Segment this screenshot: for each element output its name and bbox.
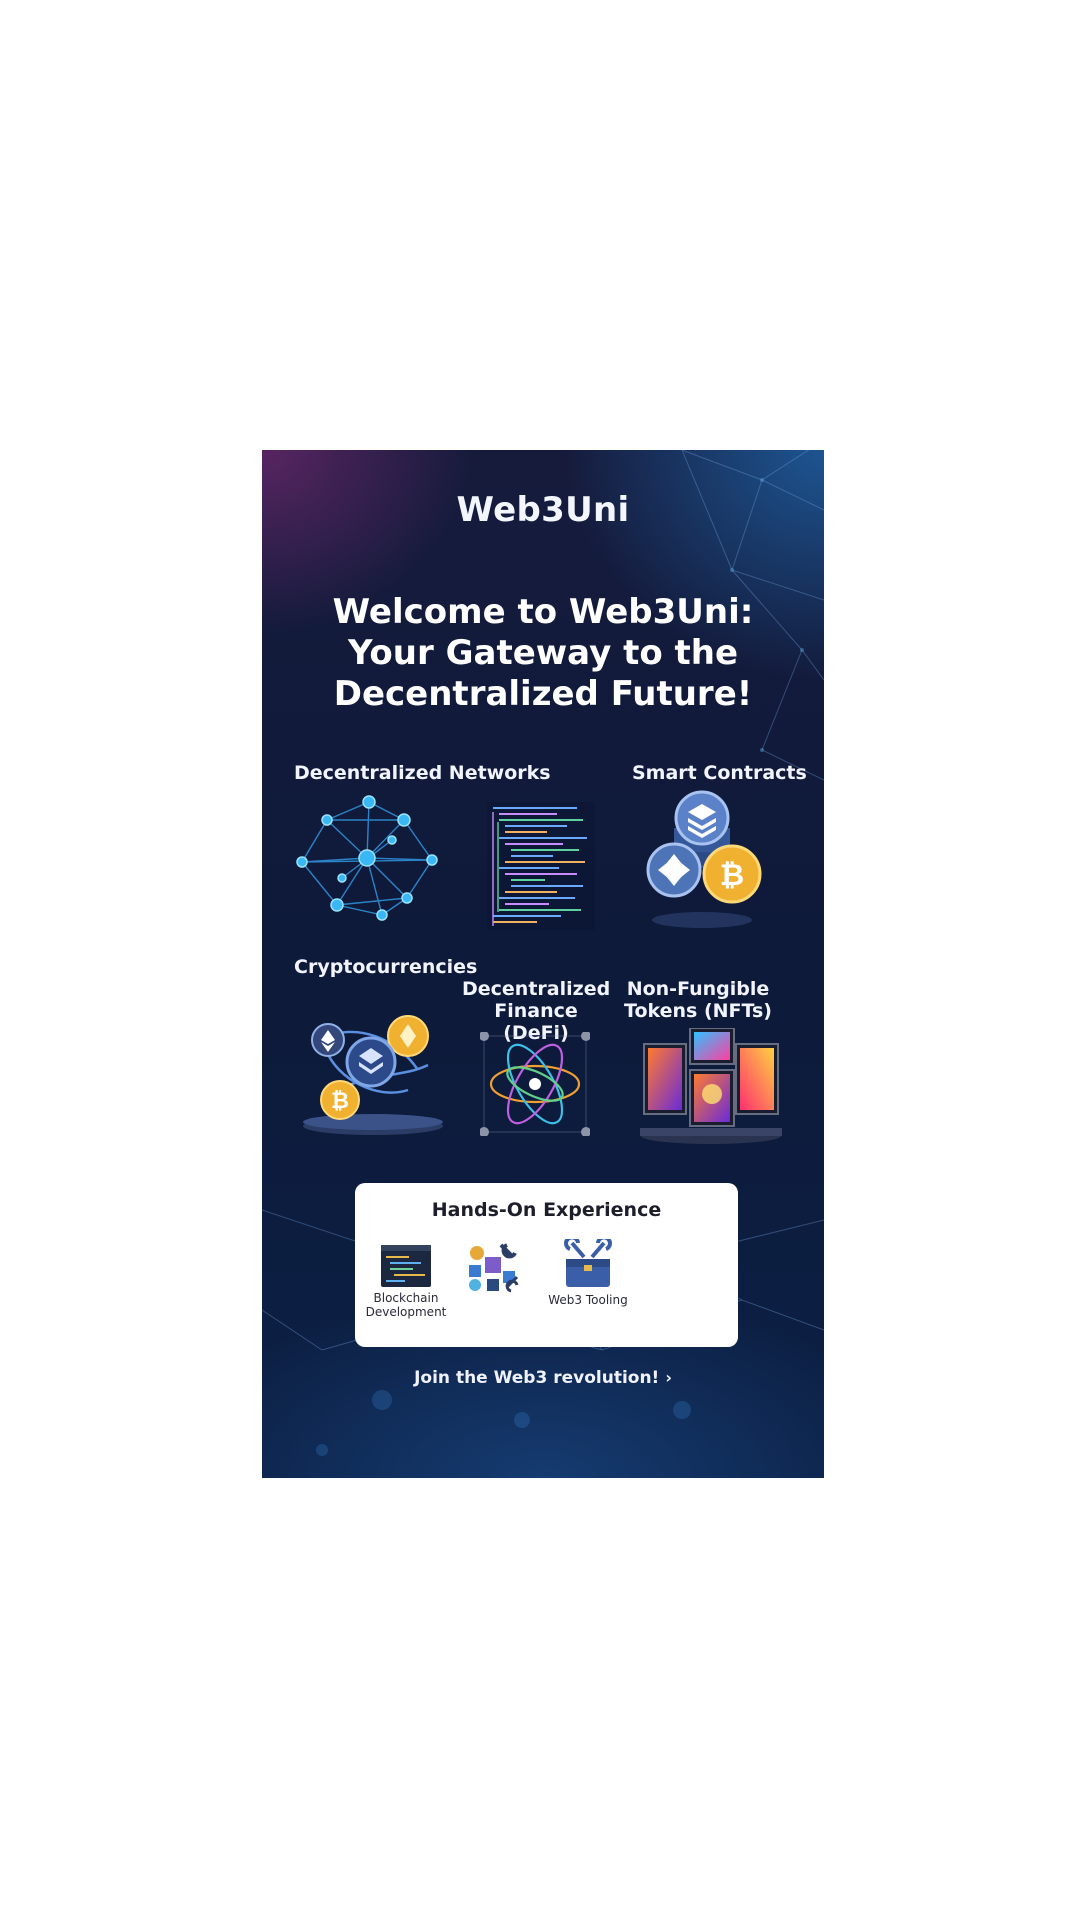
- nft-gallery-icon: [640, 1028, 782, 1144]
- tool-label-line-2: Development: [365, 1305, 447, 1319]
- defi-orbit-icon: [480, 1032, 590, 1136]
- feature-label-nfts: Non-Fungible Tokens (NFTs): [624, 978, 772, 1022]
- tool-integration: [463, 1241, 523, 1293]
- network-graph-icon: [296, 795, 438, 921]
- hero-headline: Welcome to Web3Uni: Your Gateway to the …: [302, 592, 784, 715]
- hero-line-2: Your Gateway to the: [347, 633, 739, 673]
- chevron-right-icon: ›: [665, 1368, 672, 1387]
- tool-label-line-1: Blockchain: [373, 1291, 439, 1305]
- tool-blockchain-development: Blockchain Development: [361, 1245, 451, 1319]
- welcome-card: Web3Uni Welcome to Web3Uni: Your Gateway…: [262, 450, 824, 1478]
- svg-text:₿: ₿: [331, 1089, 349, 1114]
- code-window-icon: [381, 1245, 431, 1287]
- feature-label-cryptocurrencies: Cryptocurrencies: [294, 956, 478, 978]
- brand-title: Web3Uni: [456, 490, 630, 530]
- hands-on-panel: Hands-On Experience Blockchain Developme…: [355, 1183, 738, 1347]
- hero-line-3: Decentralized Future!: [333, 674, 753, 714]
- feature-label-networks: Decentralized Networks: [294, 762, 551, 784]
- coin-stack-icon: ₿: [646, 790, 762, 928]
- join-revolution-link[interactable]: Join the Web3 revolution! ›: [262, 1368, 824, 1388]
- feature-label-nfts-line-1: Non-Fungible: [626, 978, 770, 1000]
- toolbox-icon: [564, 1239, 612, 1287]
- tool-web3-tooling: Web3 Tooling: [543, 1239, 633, 1307]
- cta-label: Join the Web3 revolution!: [414, 1368, 660, 1388]
- feature-label-smart-contracts: Smart Contracts: [632, 762, 807, 784]
- puzzle-tools-icon: [469, 1243, 519, 1293]
- feature-label-nfts-line-2: Tokens (NFTs): [624, 1000, 772, 1022]
- smart-contract-code-icon: [487, 802, 595, 930]
- tool-label-line-1: Web3 Tooling: [548, 1293, 628, 1307]
- hands-on-title: Hands-On Experience: [431, 1199, 662, 1221]
- crypto-coins-icon: ₿: [303, 1015, 443, 1135]
- svg-text:₿: ₿: [720, 858, 744, 893]
- hero-line-1: Welcome to Web3Uni:: [332, 592, 754, 632]
- feature-label-defi-line-1: Decentralized: [462, 978, 611, 1000]
